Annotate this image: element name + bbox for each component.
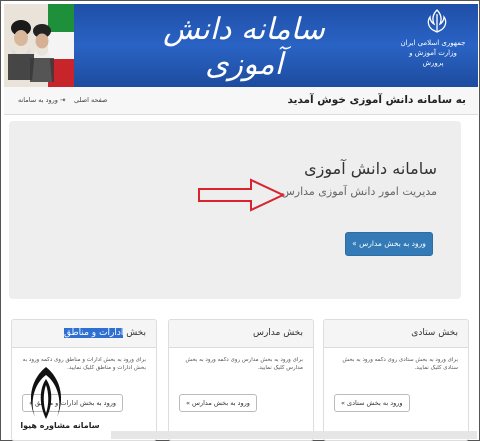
watermark-logo-icon [30,367,62,419]
card-body-text: برای ورود به بخش ستادی روی دکمه ورود به … [342,357,458,371]
card-heading-highlight: ادارات و مناطق [63,328,124,338]
iran-emblem-icon [427,9,447,33]
ministry-name: جمهوری اسلامی ایران وزارت آموزش و پرورش [400,39,466,67]
card-heading: بخش مدارس [169,320,313,348]
login-link[interactable]: ⇥ ورود به سامانه [18,96,65,104]
card-heading-prefix: بخش [126,328,146,338]
footer-strip [111,431,477,439]
card-schools-section: بخش مدارس برای ورود به بخش مدارس روی دکم… [168,319,314,441]
home-link[interactable]: صفحه اصلی [74,96,107,104]
card-heading: بخش ادارات و مناطق [12,320,156,348]
red-arrow-annotation-icon [198,178,286,212]
top-navbar: به سامانه دانش آموزی خوش آمدید ⇥ ورود به… [4,87,478,115]
enter-schools-button[interactable]: ورود به بخش مدارس » [345,232,433,256]
portrait-figure-2 [30,24,54,82]
navbar-brand[interactable]: به سامانه دانش آموزی خوش آمدید [287,94,466,106]
login-link-label: ورود به سامانه [18,96,58,104]
banner-title: سامانه دانش آموزی [163,12,326,82]
page-frame: سامانه دانش آموزی جمهوری اسلامی ایران وز… [0,0,480,441]
hero-title: سامانه دانش آموزی [304,159,437,178]
header-banner: سامانه دانش آموزی جمهوری اسلامی ایران وز… [4,4,478,87]
card-staff-section: بخش ستادی برای ورود به بخش ستادی روی دکم… [323,319,469,441]
enter-staff-button[interactable]: ورود به بخش ستادی » [334,394,410,412]
enter-schools-card-button[interactable]: ورود به بخش مدارس » [179,394,257,412]
watermark-text: سامانه مشاوره هیوا [20,421,100,430]
card-heading: بخش ستادی [324,320,468,348]
card-body-text: برای ورود به بخش مدارس روی دکمه ورود به … [185,357,303,371]
login-icon: ⇥ [60,96,66,104]
leaders-portrait-image [4,4,74,87]
hero-subtitle: مدیریت امور دانش آموزی مدارس [281,185,437,198]
